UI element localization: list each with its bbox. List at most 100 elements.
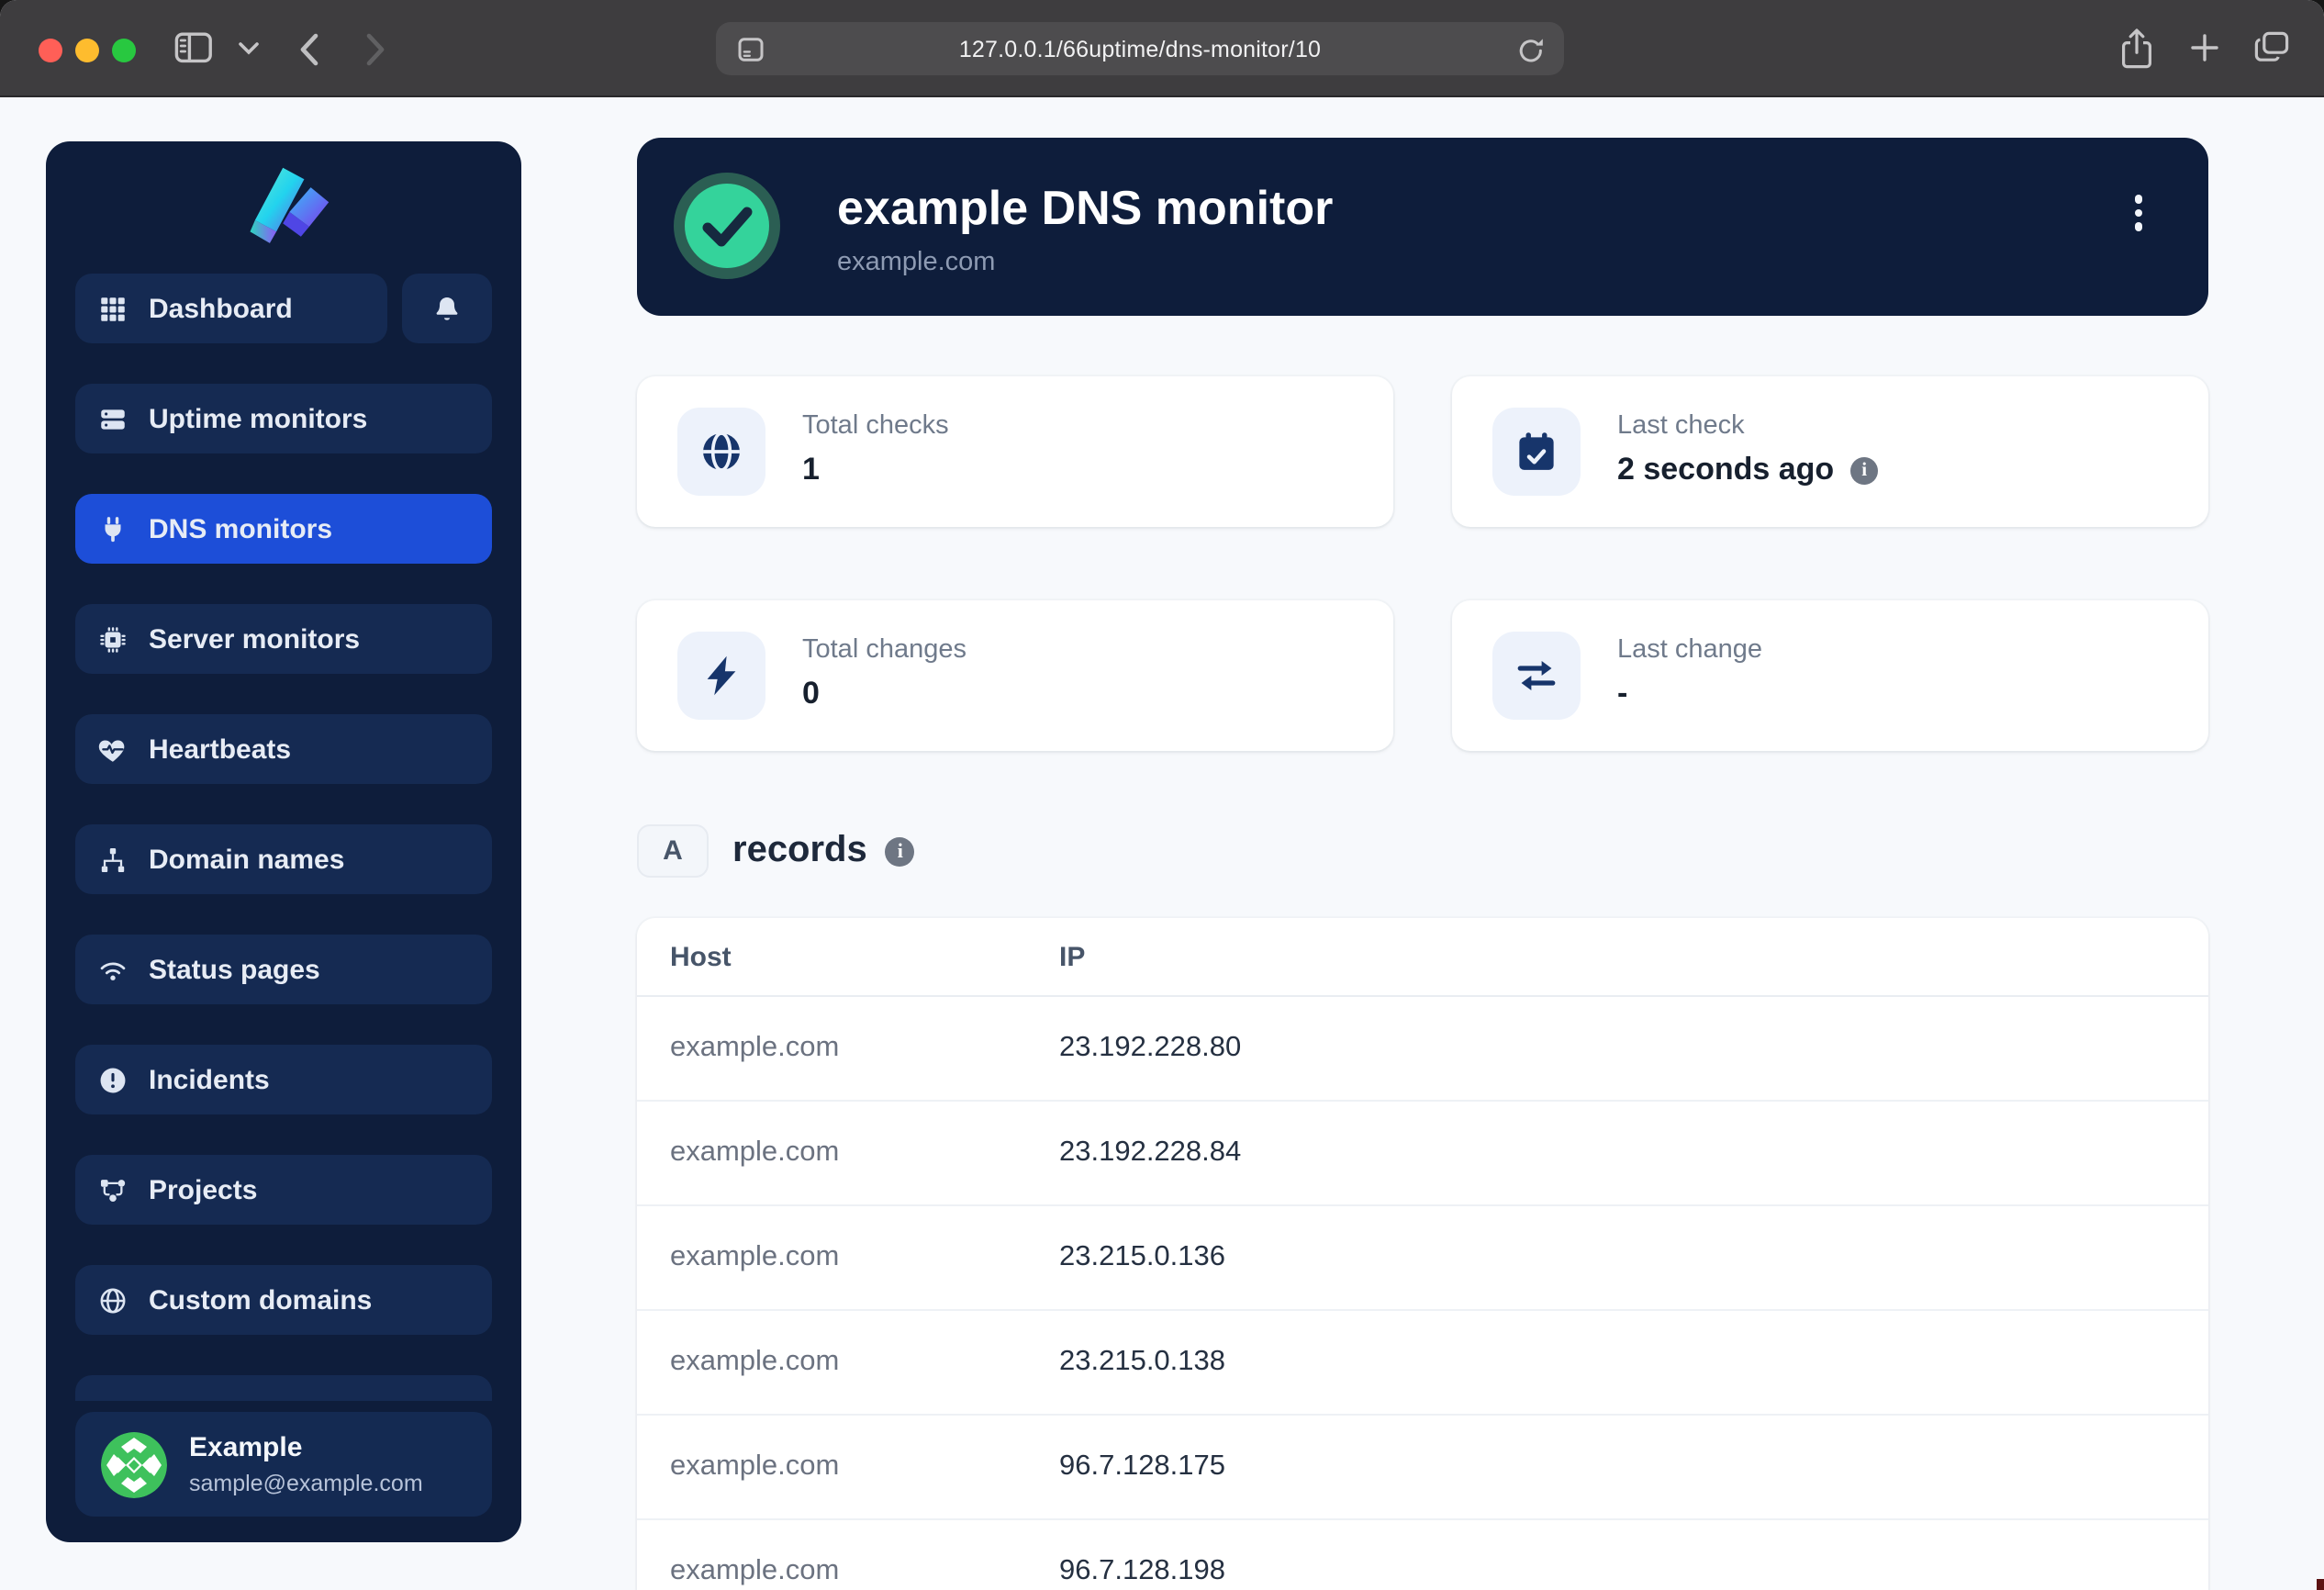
user-email: sample@example.com bbox=[189, 1471, 423, 1496]
kebab-dot bbox=[2134, 208, 2142, 217]
bell-icon bbox=[431, 293, 463, 324]
table-row: example.com 23.192.228.84 bbox=[637, 1102, 2208, 1206]
calendar-check-icon bbox=[1492, 408, 1581, 496]
screen-artifact bbox=[2317, 1579, 2324, 1590]
sidebar-item-label: Dashboard bbox=[149, 293, 293, 324]
sidebar-item-label: DNS monitors bbox=[149, 513, 332, 544]
sidebar-item-label: Heartbeats bbox=[149, 733, 291, 765]
info-icon[interactable]: i bbox=[1850, 456, 1878, 484]
wifi-icon bbox=[97, 954, 128, 985]
sidebar-nav: Uptime monitors DNS monitors Server moni… bbox=[75, 384, 492, 1375]
user-name: Example bbox=[189, 1432, 302, 1463]
sidebar-item-dns-monitors[interactable]: DNS monitors bbox=[75, 494, 492, 564]
new-tab-button[interactable] bbox=[2190, 33, 2219, 62]
sidebar: Dashboard Uptime monitors DNS monitors S… bbox=[46, 141, 521, 1542]
back-button[interactable] bbox=[299, 33, 319, 66]
user-avatar bbox=[101, 1431, 167, 1497]
toolbar-chevron-button[interactable] bbox=[239, 42, 259, 55]
column-header-host: Host bbox=[637, 941, 1059, 972]
close-window-button[interactable] bbox=[38, 38, 61, 62]
page-settings-icon[interactable] bbox=[738, 37, 764, 62]
stats-grid: Total checks 1 Last check 2 seconds agoi… bbox=[637, 376, 2208, 751]
address-bar[interactable]: 127.0.0.1/66uptime/dns-monitor/10 bbox=[716, 22, 1564, 75]
stat-value: - bbox=[1617, 676, 1627, 712]
sidebar-item-label: Incidents bbox=[149, 1064, 270, 1095]
stat-card-last-check: Last check 2 seconds agoi bbox=[1452, 376, 2208, 527]
tabs-icon bbox=[2254, 31, 2289, 62]
server-stack-icon bbox=[97, 403, 128, 434]
host-cell: example.com bbox=[637, 1241, 1059, 1274]
ip-cell: 96.7.128.198 bbox=[1059, 1555, 1225, 1588]
table-header-row: Host IP bbox=[637, 918, 2208, 997]
sidebar-item-label: Uptime monitors bbox=[149, 403, 367, 434]
host-cell: example.com bbox=[637, 1346, 1059, 1379]
share-icon bbox=[2120, 28, 2153, 70]
stat-label: Total checks bbox=[802, 411, 949, 441]
share-button[interactable] bbox=[2120, 28, 2153, 70]
sidebar-item-label: Custom domains bbox=[149, 1284, 372, 1316]
stat-card-total-checks: Total checks 1 bbox=[637, 376, 1393, 527]
sidebar-item-domain-names[interactable]: Domain names bbox=[75, 824, 492, 894]
host-cell: example.com bbox=[637, 1450, 1059, 1484]
monitor-options-button[interactable] bbox=[2134, 195, 2142, 230]
kebab-dot bbox=[2134, 222, 2142, 230]
sidebar-item-label: Domain names bbox=[149, 844, 344, 875]
sidebar-item-label: Status pages bbox=[149, 954, 320, 985]
cpu-chip-icon bbox=[97, 623, 128, 655]
sidebar-item-uptime-monitors[interactable]: Uptime monitors bbox=[75, 384, 492, 453]
main-content: example DNS monitor example.com Total ch… bbox=[637, 138, 2208, 1590]
stat-card-total-changes: Total changes 0 bbox=[637, 600, 1393, 751]
bolt-icon bbox=[677, 632, 765, 720]
table-row: example.com 96.7.128.175 bbox=[637, 1416, 2208, 1520]
sidebar-toggle-button[interactable] bbox=[174, 31, 213, 64]
page-title: example DNS monitor bbox=[837, 180, 1333, 237]
globe-solid-icon bbox=[677, 408, 765, 496]
stat-value: 1 bbox=[802, 452, 820, 488]
stat-label: Last check bbox=[1617, 411, 1745, 441]
grid-icon bbox=[97, 293, 128, 324]
sidebar-item-label: Projects bbox=[149, 1174, 257, 1205]
ip-cell: 23.192.228.80 bbox=[1059, 1032, 1241, 1065]
sidebar-item-server-monitors[interactable]: Server monitors bbox=[75, 604, 492, 674]
table-body: example.com 23.192.228.80 example.com 23… bbox=[637, 997, 2208, 1590]
tab-overview-button[interactable] bbox=[2254, 31, 2289, 62]
arrows-swap-icon bbox=[1492, 632, 1581, 720]
sidebar-item-clipped[interactable] bbox=[75, 1375, 492, 1401]
sidebar-item-custom-domains[interactable]: Custom domains bbox=[75, 1265, 492, 1335]
alert-circle-icon bbox=[97, 1064, 128, 1095]
monitor-domain: example.com bbox=[837, 248, 995, 277]
sidebar-item-projects[interactable]: Projects bbox=[75, 1155, 492, 1225]
stat-label: Total changes bbox=[802, 635, 966, 665]
forward-arrow-icon bbox=[365, 33, 385, 66]
reload-button[interactable] bbox=[1518, 36, 1544, 63]
host-cell: example.com bbox=[637, 1555, 1059, 1588]
table-row: example.com 23.192.228.80 bbox=[637, 997, 2208, 1102]
sidebar-item-incidents[interactable]: Incidents bbox=[75, 1045, 492, 1114]
heartbeat-icon bbox=[97, 733, 128, 765]
notifications-button[interactable] bbox=[402, 274, 492, 343]
app-logo-icon bbox=[46, 160, 521, 248]
records-info-icon[interactable]: i bbox=[886, 836, 915, 866]
plug-icon bbox=[97, 513, 128, 544]
user-menu[interactable]: Example sample@example.com bbox=[75, 1412, 492, 1517]
back-arrow-icon bbox=[299, 33, 319, 66]
stat-value: 2 seconds agoi bbox=[1617, 452, 1878, 488]
monitor-header-card: example DNS monitor example.com bbox=[637, 138, 2208, 316]
records-table: Host IP example.com 23.192.228.80 exampl… bbox=[637, 918, 2208, 1590]
records-heading: A records i bbox=[637, 824, 2208, 878]
url-text: 127.0.0.1/66uptime/dns-monitor/10 bbox=[959, 36, 1321, 62]
records-title: records bbox=[732, 830, 867, 872]
sidebar-item-status-pages[interactable]: Status pages bbox=[75, 935, 492, 1004]
ip-cell: 23.215.0.138 bbox=[1059, 1346, 1225, 1379]
sidebar-item-dashboard[interactable]: Dashboard bbox=[75, 274, 387, 343]
sidebar-item-label: Server monitors bbox=[149, 623, 360, 655]
minimize-window-button[interactable] bbox=[74, 38, 98, 62]
sitemap-icon bbox=[97, 844, 128, 875]
globe-icon bbox=[97, 1284, 128, 1316]
table-row: example.com 96.7.128.198 bbox=[637, 1520, 2208, 1590]
sidebar-icon bbox=[174, 31, 213, 64]
record-type-badge: A bbox=[637, 824, 709, 878]
sidebar-item-heartbeats[interactable]: Heartbeats bbox=[75, 714, 492, 784]
zoom-window-button[interactable] bbox=[111, 38, 135, 62]
forward-button[interactable] bbox=[365, 33, 385, 66]
